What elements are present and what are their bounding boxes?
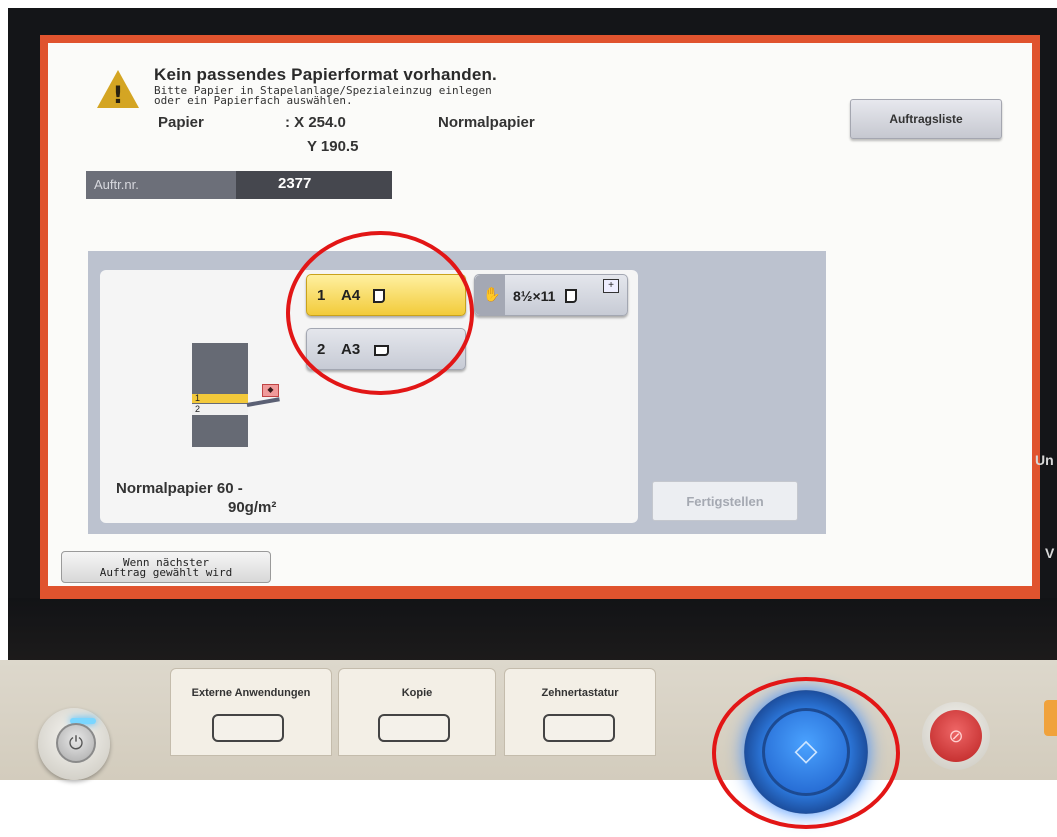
diagram-tray-1-label: 1 [195, 393, 201, 403]
touch-screen: ! Kein passendes Papierformat vorhanden.… [40, 35, 1040, 599]
side-button[interactable] [1044, 700, 1057, 736]
keypad-label: Zehnertastatur [541, 687, 619, 699]
stop-icon[interactable]: ⊘ [930, 710, 982, 762]
external-apps-label: Externe Anwendungen [191, 687, 311, 699]
job-number-label: Auftr.nr. [86, 171, 236, 199]
warning-exclamation: ! [112, 81, 124, 109]
next-job-line-2: Auftrag gewählt wird [99, 566, 233, 579]
paper-type-line-1: Normalpapier 60 - [116, 480, 243, 497]
annotation-circle-trays [286, 231, 474, 395]
paper-load-icon: + [603, 279, 619, 293]
diagram-tray-2 [192, 404, 248, 415]
edge-label-1: Un [1035, 452, 1054, 468]
error-instructions: Bitte Papier in Stapelanlage/Spezialeinz… [154, 85, 714, 107]
paper-y-value: Y 190.5 [307, 138, 359, 155]
external-apps-key[interactable] [212, 714, 284, 742]
paper-label: Papier [158, 114, 204, 131]
keypad-key[interactable] [543, 714, 615, 742]
job-number-bar: Auftr.nr. 2377 [86, 171, 392, 199]
manual-feed-hand-icon: ✋ [483, 286, 501, 302]
error-title: Kein passendes Papierformat vorhanden. [154, 65, 497, 84]
portrait-sheet-icon [565, 289, 577, 303]
bypass-size: 8½×11 [513, 288, 556, 304]
copy-label: Kopie [401, 687, 433, 699]
job-number-value: 2377 [278, 175, 312, 192]
paper-type-info: Normalpapier 60 - 90g/m² [116, 479, 276, 517]
keypad-key-area: Zehnertastatur [504, 668, 656, 756]
power-icon[interactable]: ⏻ [56, 723, 96, 763]
job-list-button[interactable]: Auftragsliste [850, 99, 1002, 139]
copy-key[interactable] [378, 714, 450, 742]
diagram-tray-1 [192, 394, 248, 403]
finish-button[interactable]: Fertigstellen [652, 481, 798, 521]
paper-type-line-2: 90g/m² [228, 499, 277, 516]
external-apps-key-area: Externe Anwendungen [170, 668, 332, 756]
bypass-indicator-icon: ◆ [262, 384, 279, 397]
paper-type: Normalpapier [438, 114, 535, 131]
copy-key-area: Kopie [338, 668, 496, 756]
error-line-2: oder ein Papierfach auswählen. [154, 94, 353, 107]
annotation-circle-start [712, 677, 900, 829]
edge-label-2: V [1045, 545, 1055, 561]
next-job-button[interactable]: Wenn nächster Auftrag gewählt wird [61, 551, 271, 583]
diagram-tray-2-label: 2 [195, 404, 201, 414]
screen-content: ! Kein passendes Papierformat vorhanden.… [48, 43, 1032, 586]
bypass-tray-button[interactable]: ✋ 8½×11 + [474, 274, 628, 316]
paper-x-value: : X 254.0 [285, 114, 346, 131]
